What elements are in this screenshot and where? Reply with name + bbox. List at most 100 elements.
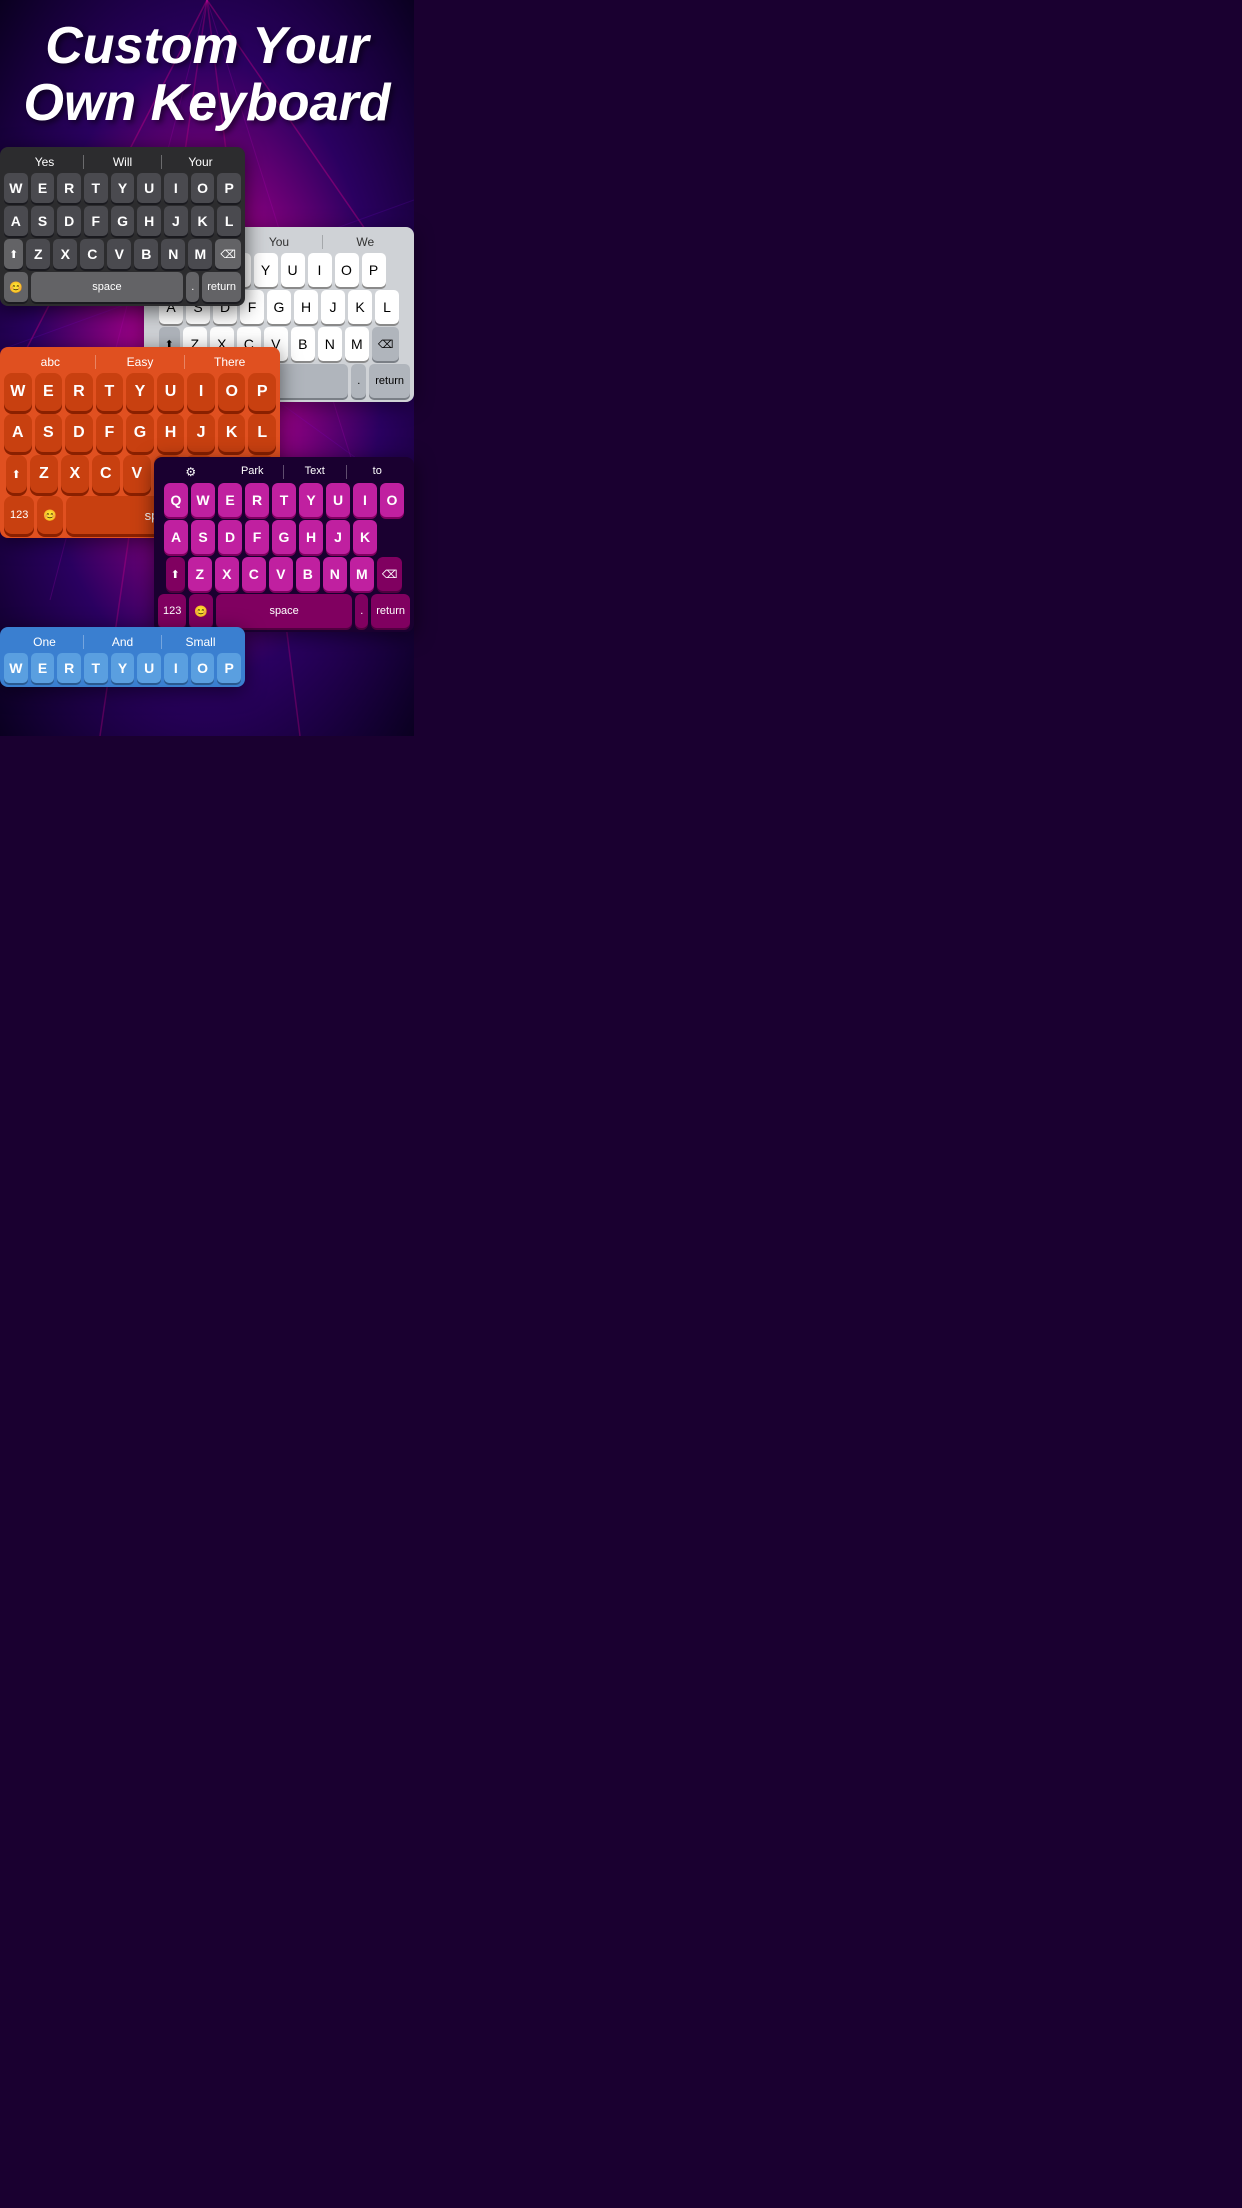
pink-suggest-1[interactable]: Park [222, 465, 284, 479]
pink-suggest-3[interactable]: to [347, 465, 409, 479]
lkey-return[interactable]: return [369, 364, 410, 398]
pkey-h[interactable]: H [299, 520, 323, 554]
lkey-i[interactable]: I [308, 253, 332, 287]
okey-h[interactable]: H [157, 414, 185, 452]
key-return[interactable]: return [202, 272, 241, 302]
pkey-r[interactable]: R [245, 483, 269, 517]
lkey-n[interactable]: N [318, 327, 342, 361]
okey-f[interactable]: F [96, 414, 124, 452]
okey-r[interactable]: R [65, 373, 93, 411]
pkey-v[interactable]: V [269, 557, 293, 591]
pkey-space[interactable]: space [216, 594, 352, 628]
lkey-m[interactable]: M [345, 327, 369, 361]
pkey-y[interactable]: Y [299, 483, 323, 517]
key-space[interactable]: space [31, 272, 183, 302]
key-emoji[interactable]: 😊 [4, 272, 28, 302]
okey-e[interactable]: E [35, 373, 63, 411]
okey-k[interactable]: K [218, 414, 246, 452]
key-period[interactable]: . [186, 272, 199, 302]
pkey-i[interactable]: I [353, 483, 377, 517]
bkey-p[interactable]: P [217, 653, 241, 683]
pkey-c[interactable]: C [242, 557, 266, 591]
pkey-x[interactable]: X [215, 557, 239, 591]
okey-s[interactable]: S [35, 414, 63, 452]
pkey-f[interactable]: F [245, 520, 269, 554]
light-suggest-2[interactable]: You [236, 235, 321, 249]
dark-suggest-3[interactable]: Your [162, 155, 239, 169]
pkey-d[interactable]: D [218, 520, 242, 554]
okey-g[interactable]: G [126, 414, 154, 452]
key-j[interactable]: J [164, 206, 188, 236]
bkey-r[interactable]: R [57, 653, 81, 683]
lkey-u[interactable]: U [281, 253, 305, 287]
pkey-z[interactable]: Z [188, 557, 212, 591]
pkey-k[interactable]: K [353, 520, 377, 554]
key-i[interactable]: I [164, 173, 188, 203]
lkey-k[interactable]: K [348, 290, 372, 324]
pkey-123[interactable]: 123 [158, 594, 186, 628]
lkey-y[interactable]: Y [254, 253, 278, 287]
lkey-b[interactable]: B [291, 327, 315, 361]
key-a[interactable]: A [4, 206, 28, 236]
key-m[interactable]: M [188, 239, 212, 269]
okey-123[interactable]: 123 [4, 496, 34, 534]
bkey-y[interactable]: Y [111, 653, 135, 683]
key-c[interactable]: C [80, 239, 104, 269]
okey-emoji[interactable]: 😊 [37, 496, 63, 534]
bkey-e[interactable]: E [31, 653, 55, 683]
okey-v[interactable]: V [123, 455, 151, 493]
pkey-g[interactable]: G [272, 520, 296, 554]
key-d[interactable]: D [57, 206, 81, 236]
lkey-j[interactable]: J [321, 290, 345, 324]
key-z[interactable]: Z [26, 239, 50, 269]
key-l[interactable]: L [217, 206, 241, 236]
okey-i[interactable]: I [187, 373, 215, 411]
key-shift[interactable]: ⬆ [4, 239, 23, 269]
pkey-o[interactable]: O [380, 483, 404, 517]
key-o[interactable]: O [191, 173, 215, 203]
lkey-period[interactable]: . [351, 364, 366, 398]
bkey-i[interactable]: I [164, 653, 188, 683]
okey-shift[interactable]: ⬆ [6, 455, 27, 493]
key-y[interactable]: Y [111, 173, 135, 203]
pkey-w[interactable]: W [191, 483, 215, 517]
okey-o[interactable]: O [218, 373, 246, 411]
dark-suggest-2[interactable]: Will [84, 155, 161, 169]
okey-l[interactable]: L [248, 414, 276, 452]
bkey-w[interactable]: W [4, 653, 28, 683]
pkey-return[interactable]: return [371, 594, 410, 628]
okey-p[interactable]: P [248, 373, 276, 411]
blue-suggest-3[interactable]: Small [162, 635, 239, 649]
dark-suggest-1[interactable]: Yes [6, 155, 83, 169]
okey-j[interactable]: J [187, 414, 215, 452]
key-r[interactable]: R [57, 173, 81, 203]
pkey-e[interactable]: E [218, 483, 242, 517]
lkey-p[interactable]: P [362, 253, 386, 287]
lkey-backspace[interactable]: ⌫ [372, 327, 400, 361]
key-v[interactable]: V [107, 239, 131, 269]
blue-suggest-1[interactable]: One [6, 635, 83, 649]
key-n[interactable]: N [161, 239, 185, 269]
orange-suggest-2[interactable]: Easy [96, 355, 185, 369]
pkey-q[interactable]: Q [164, 483, 188, 517]
bkey-t[interactable]: T [84, 653, 108, 683]
okey-d[interactable]: D [65, 414, 93, 452]
lkey-h[interactable]: H [294, 290, 318, 324]
okey-t[interactable]: T [96, 373, 124, 411]
pkey-period[interactable]: . [355, 594, 368, 628]
okey-c[interactable]: C [92, 455, 120, 493]
key-f[interactable]: F [84, 206, 108, 236]
bkey-o[interactable]: O [191, 653, 215, 683]
pkey-n[interactable]: N [323, 557, 347, 591]
key-h[interactable]: H [137, 206, 161, 236]
key-x[interactable]: X [53, 239, 77, 269]
key-p[interactable]: P [217, 173, 241, 203]
pkey-u[interactable]: U [326, 483, 350, 517]
okey-x[interactable]: X [61, 455, 89, 493]
bkey-u[interactable]: U [137, 653, 161, 683]
key-k[interactable]: K [191, 206, 215, 236]
pink-suggest-gear[interactable]: ⚙ [160, 465, 222, 479]
pkey-t[interactable]: T [272, 483, 296, 517]
key-backspace[interactable]: ⌫ [215, 239, 241, 269]
pkey-j[interactable]: J [326, 520, 350, 554]
